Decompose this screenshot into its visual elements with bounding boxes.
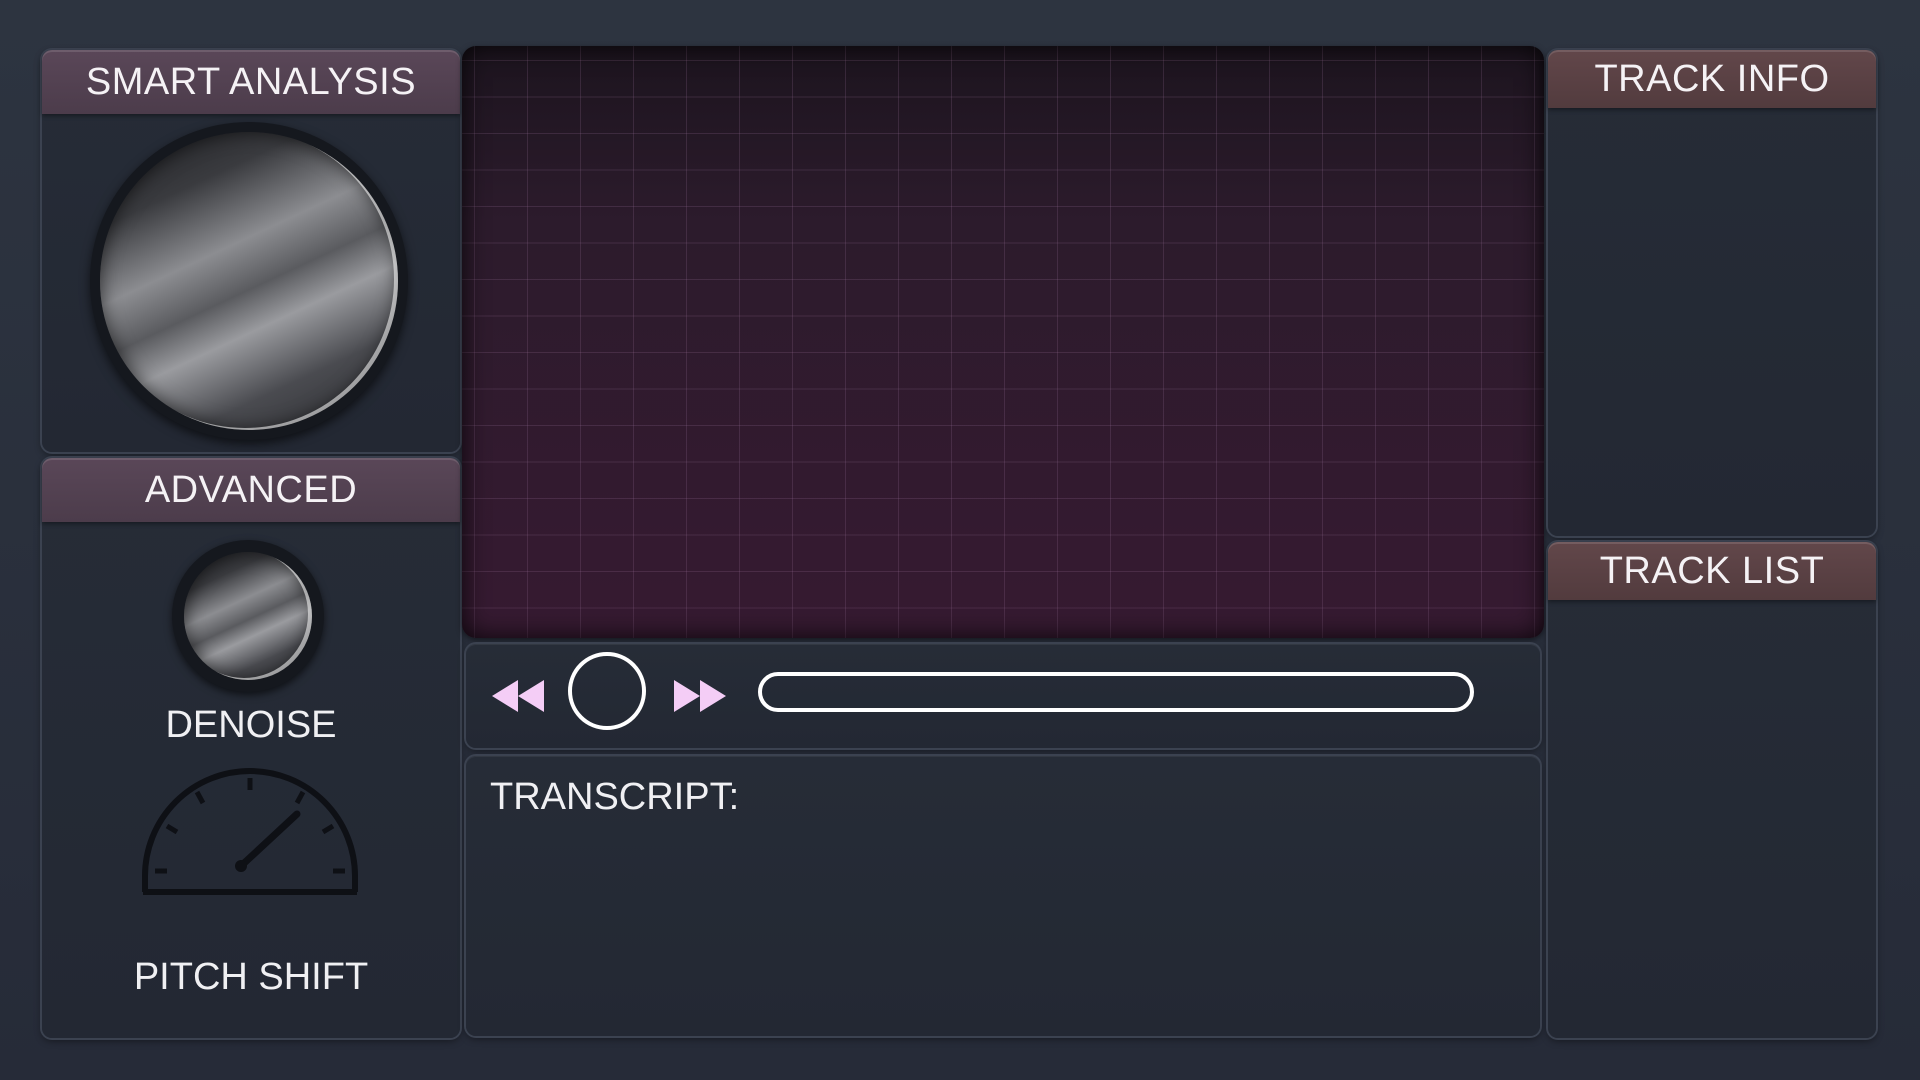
fast-forward-icon[interactable]: [672, 676, 728, 716]
advanced-header: ADVANCED: [42, 458, 460, 522]
track-list-title: TRACK LIST: [1599, 549, 1825, 592]
track-info-panel: TRACK INFO: [1548, 50, 1876, 536]
track-info-title: TRACK INFO: [1594, 57, 1830, 100]
advanced-title: ADVANCED: [144, 468, 358, 511]
progress-bar[interactable]: [758, 672, 1474, 712]
knob-face-icon: [184, 552, 312, 680]
track-list-header: TRACK LIST: [1548, 542, 1876, 600]
smart-analysis-title: SMART ANALYSIS: [85, 60, 417, 103]
pitch-shift-gauge-icon[interactable]: [137, 726, 363, 926]
rewind-icon[interactable]: [490, 676, 546, 716]
play-button[interactable]: [568, 652, 646, 730]
visualizer-display: [462, 46, 1544, 638]
denoise-knob[interactable]: [172, 540, 324, 692]
smart-analysis-header: SMART ANALYSIS: [42, 50, 460, 114]
app-window: SMART ANALYSIS ADVANCED DENOISE PITCH SH…: [0, 0, 1920, 1080]
track-list-panel[interactable]: TRACK LIST: [1548, 542, 1876, 1038]
pitch-shift-label: PITCH SHIFT: [133, 956, 369, 998]
advanced-panel: ADVANCED DENOISE PITCH SHIFT: [42, 458, 460, 1038]
smart-analysis-knob[interactable]: [90, 122, 408, 440]
transcript-label: TRANSCRIPT:: [490, 776, 740, 818]
transport-bar: [466, 644, 1540, 748]
knob-face-icon: [100, 132, 398, 430]
smart-analysis-panel: SMART ANALYSIS: [42, 50, 460, 452]
transcript-panel: TRANSCRIPT:: [466, 756, 1540, 1036]
track-info-header: TRACK INFO: [1548, 50, 1876, 108]
